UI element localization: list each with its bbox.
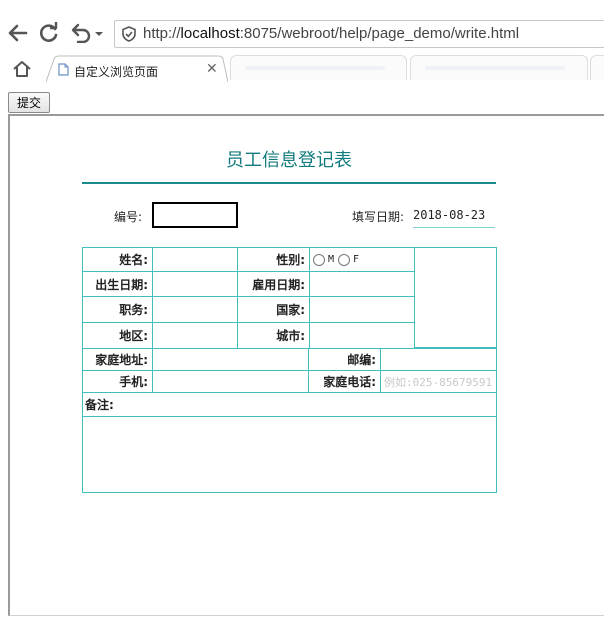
reload-button[interactable]: [38, 22, 60, 44]
employee-form-table: 姓名: 性别: M F 出生日期: 雇用日期: 职务: 国家: 地区: 城市: …: [82, 247, 497, 493]
fill-date-underline: [413, 227, 495, 228]
hire-date-label: 雇用日期:: [237, 271, 310, 297]
home-button[interactable]: [10, 58, 34, 80]
url-path: :8075/webroot/help/page_demo/write.html: [239, 25, 520, 42]
region-label: 地区:: [82, 322, 153, 349]
tab-blurred-title: [425, 66, 565, 70]
position-field[interactable]: [152, 296, 238, 323]
tab-active[interactable]: 自定义浏览页面 ✕: [46, 55, 228, 83]
shield-icon: [122, 26, 136, 42]
tab-blurred-title: [245, 66, 385, 70]
home-phone-placeholder: 例如:025-85679591: [384, 375, 493, 389]
birth-date-field[interactable]: [152, 271, 238, 297]
back-button[interactable]: [7, 22, 29, 44]
home-phone-label: 家庭电话:: [308, 370, 381, 393]
hire-date-field[interactable]: [309, 271, 415, 297]
mobile-field[interactable]: [152, 370, 309, 393]
url-prefix: http://: [143, 25, 181, 42]
gender-radio-m[interactable]: [313, 253, 325, 266]
tab-background-2[interactable]: [410, 55, 588, 80]
address-bar[interactable]: http://localhost:8075/webroot/help/page_…: [114, 20, 604, 48]
tab-strip: 自定义浏览页面 ✕: [0, 52, 604, 83]
address-label: 家庭地址:: [82, 348, 153, 371]
fill-date-label: 填写日期:: [352, 210, 405, 224]
gender-option-m: M: [328, 254, 335, 265]
name-label: 姓名:: [82, 247, 153, 272]
gender-option-f: F: [353, 254, 360, 265]
name-field[interactable]: [152, 247, 238, 272]
country-label: 国家:: [237, 296, 310, 323]
address-field[interactable]: [152, 348, 309, 371]
city-field[interactable]: [309, 322, 415, 349]
mobile-label: 手机:: [82, 370, 153, 393]
postcode-label: 邮编:: [308, 348, 381, 371]
tab-background-1[interactable]: [230, 55, 407, 80]
tab-title: 自定义浏览页面: [74, 65, 159, 79]
undo-history-button[interactable]: [70, 22, 106, 44]
submit-button[interactable]: 提交: [8, 92, 50, 113]
page-icon: [58, 63, 69, 76]
notes-label: 备注:: [82, 392, 497, 417]
home-phone-field[interactable]: 例如:025-85679591: [380, 370, 497, 393]
browser-toolbar: http://localhost:8075/webroot/help/page_…: [0, 0, 604, 50]
fill-date-value: 2018-08-23: [413, 208, 486, 222]
form-title: 员工信息登记表: [226, 150, 352, 171]
reload-icon: [40, 22, 58, 42]
url-text: http://localhost:8075/webroot/help/page_…: [143, 25, 519, 42]
gender-field: M F: [309, 247, 415, 272]
title-underline: [82, 182, 496, 184]
home-icon: [13, 61, 31, 77]
back-arrow-icon: [8, 24, 28, 42]
tab-background-3[interactable]: [590, 55, 604, 80]
city-label: 城市:: [237, 322, 310, 349]
undo-icon: [71, 23, 103, 43]
country-field[interactable]: [309, 296, 415, 323]
region-field[interactable]: [152, 322, 238, 349]
employee-id-input[interactable]: [152, 202, 238, 228]
gender-label: 性别:: [237, 247, 310, 272]
gender-radio-f[interactable]: [338, 253, 351, 266]
photo-area: [414, 247, 497, 348]
birth-date-label: 出生日期:: [82, 271, 153, 297]
position-label: 职务:: [82, 296, 153, 323]
url-host: localhost: [180, 25, 240, 42]
employee-id-label: 编号:: [114, 210, 143, 224]
notes-field[interactable]: [82, 416, 497, 493]
postcode-field[interactable]: [380, 348, 497, 371]
close-icon[interactable]: ✕: [206, 61, 218, 77]
